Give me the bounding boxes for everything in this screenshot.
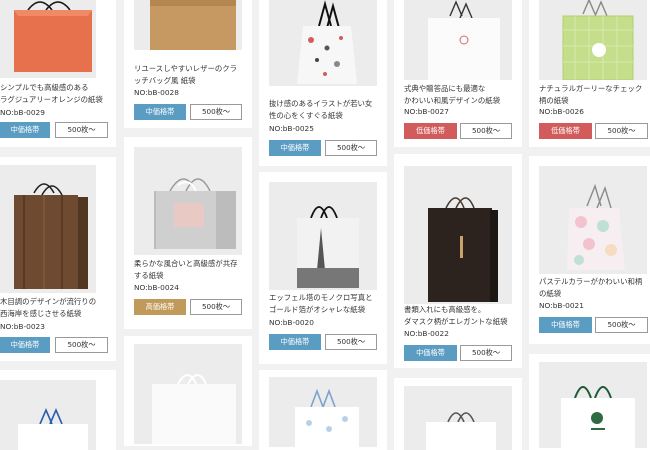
product-image[interactable] xyxy=(269,377,377,447)
product-description: シンプルでも高級感のある ラグジュアリーオレンジの紙袋 xyxy=(0,83,103,104)
min-quantity-button[interactable]: 500枚〜 xyxy=(595,317,648,333)
product-code: NO:bB-0020 xyxy=(269,318,314,327)
price-band-badge: 中価格帯 xyxy=(0,122,50,138)
product-card-bB-0028[interactable]: リユースしやすいレザーのクラ ッチバッグ風 紙袋 NO:bB-0028 中価格帯… xyxy=(124,0,252,128)
product-description: ナチュラルガーリーなチェック 柄の紙袋 xyxy=(539,84,643,105)
product-card-bB-0024[interactable]: 柔らかな風合いと高級感が共存 する紙袋 NO:bB-0024 高価格帯 500枚… xyxy=(124,137,252,329)
price-band-badge: 中価格帯 xyxy=(269,334,321,350)
product-card-partial[interactable] xyxy=(0,370,116,450)
min-quantity-button[interactable]: 500枚〜 xyxy=(55,122,108,138)
min-quantity-button[interactable]: 500枚〜 xyxy=(325,334,377,350)
price-band-badge: 低価格帯 xyxy=(539,123,592,139)
product-code: NO:bB-0029 xyxy=(0,108,45,117)
product-description: 柔らかな風合いと高級感が共存 する紙袋 xyxy=(134,259,238,280)
product-image[interactable] xyxy=(134,147,242,255)
product-description: 木目調のデザインが流行りの 西海岸を感じさせる紙袋 xyxy=(0,297,97,318)
product-image[interactable] xyxy=(539,362,647,448)
product-image[interactable] xyxy=(0,165,96,293)
product-image[interactable] xyxy=(134,344,242,444)
product-card-partial[interactable] xyxy=(124,336,252,446)
price-band-badge: 中価格帯 xyxy=(269,140,321,156)
min-quantity-button[interactable]: 500枚〜 xyxy=(190,104,242,120)
price-band-badge: 低価格帯 xyxy=(404,123,457,139)
product-code: NO:bB-0027 xyxy=(404,107,449,116)
product-code: NO:bB-0026 xyxy=(539,107,584,116)
product-card-bB-0025[interactable]: 抜け感のあるイラストが若い女 性の心をくすぐる紙袋 NO:bB-0025 中価格… xyxy=(259,0,387,166)
product-code: NO:bB-0028 xyxy=(134,88,179,97)
product-description: エッフェル塔のモノクロ写真と ゴールド箔がオシャレな紙袋 xyxy=(269,293,373,314)
product-code: NO:bB-0024 xyxy=(134,283,179,292)
product-image[interactable] xyxy=(269,182,377,290)
product-code: NO:bB-0022 xyxy=(404,329,449,338)
product-card-partial[interactable] xyxy=(529,354,650,450)
product-image[interactable] xyxy=(0,0,96,78)
product-image[interactable] xyxy=(404,386,512,450)
product-description: 書類入れにも高級感を。 ダマスク柄がエレガントな紙袋 xyxy=(404,305,508,326)
min-quantity-button[interactable]: 500枚〜 xyxy=(460,123,512,139)
price-band-badge: 中価格帯 xyxy=(134,104,186,120)
product-code: NO:bB-0023 xyxy=(0,322,45,331)
product-card-partial[interactable] xyxy=(394,378,522,450)
product-image[interactable] xyxy=(0,380,96,450)
product-image[interactable] xyxy=(134,0,242,50)
min-quantity-button[interactable]: 500枚〜 xyxy=(325,140,377,156)
product-card-bB-0020[interactable]: エッフェル塔のモノクロ写真と ゴールド箔がオシャレな紙袋 NO:bB-0020 … xyxy=(259,172,387,364)
product-card-partial[interactable] xyxy=(259,370,387,450)
product-code: NO:bB-0025 xyxy=(269,124,314,133)
product-card-bB-0029[interactable]: シンプルでも高級感のある ラグジュアリーオレンジの紙袋 NO:bB-0029 中… xyxy=(0,0,116,147)
price-band-badge: 高価格帯 xyxy=(134,299,186,315)
min-quantity-button[interactable]: 500枚〜 xyxy=(190,299,242,315)
min-quantity-button[interactable]: 500枚〜 xyxy=(460,345,512,361)
product-card-bB-0023[interactable]: 木目調のデザインが流行りの 西海岸を感じさせる紙袋 NO:bB-0023 中価格… xyxy=(0,157,116,361)
product-image[interactable] xyxy=(539,0,647,80)
min-quantity-button[interactable]: 500枚〜 xyxy=(55,337,108,353)
price-band-badge: 中価格帯 xyxy=(539,317,592,333)
product-card-bB-0027[interactable]: 式典や贈答品にも最適な かわいい和風デザインの紙袋 NO:bB-0027 低価格… xyxy=(394,0,522,147)
product-image[interactable] xyxy=(404,166,512,304)
product-description: 抜け感のあるイラストが若い女 性の心をくすぐる紙袋 xyxy=(269,99,373,120)
product-card-bB-0021[interactable]: パステルカラーがかわいい和柄 の紙袋 NO:bB-0021 中価格帯 500枚〜 xyxy=(529,156,650,344)
price-band-badge: 中価格帯 xyxy=(404,345,457,361)
product-description: リユースしやすいレザーのクラ ッチバッグ風 紙袋 xyxy=(134,64,238,85)
price-band-badge: 中価格帯 xyxy=(0,337,50,353)
min-quantity-button[interactable]: 500枚〜 xyxy=(595,123,648,139)
product-image[interactable] xyxy=(269,0,377,86)
product-card-bB-0026[interactable]: ナチュラルガーリーなチェック 柄の紙袋 NO:bB-0026 低価格帯 500枚… xyxy=(529,0,650,147)
product-code: NO:bB-0021 xyxy=(539,301,584,310)
product-description: パステルカラーがかわいい和柄 の紙袋 xyxy=(539,277,643,298)
product-description: 式典や贈答品にも最適な かわいい和風デザインの紙袋 xyxy=(404,84,501,105)
product-image[interactable] xyxy=(404,0,512,80)
product-image[interactable] xyxy=(539,166,647,274)
product-card-bB-0022[interactable]: 書類入れにも高級感を。 ダマスク柄がエレガントな紙袋 NO:bB-0022 中価… xyxy=(394,154,522,368)
